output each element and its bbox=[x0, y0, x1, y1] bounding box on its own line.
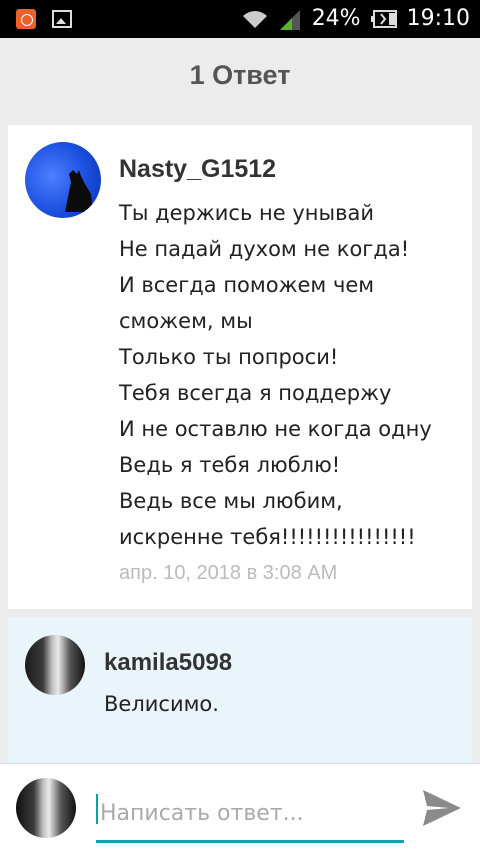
post-line: И всегда поможем чем bbox=[119, 273, 375, 297]
post-line: Не падай духом не когда! bbox=[119, 237, 410, 261]
image-notification-icon bbox=[52, 10, 72, 28]
my-avatar bbox=[16, 778, 76, 838]
reply-input[interactable] bbox=[96, 786, 404, 843]
post-line: И не оставлю не когда одну bbox=[119, 417, 432, 441]
battery-percent: 24% bbox=[311, 6, 361, 31]
reply-composer bbox=[0, 763, 480, 855]
post-line: сможем, мы bbox=[119, 309, 253, 333]
post-card: Nasty_G1512 Ты держись не унывай Не пада… bbox=[8, 125, 472, 609]
post-timestamp: апр. 10, 2018 в 3:08 AM bbox=[119, 562, 338, 584]
reply-text: Велисимо. bbox=[104, 692, 219, 716]
page-title: 1 Ответ bbox=[189, 59, 291, 90]
wifi-icon bbox=[242, 10, 267, 28]
reply-author[interactable]: kamila5098 bbox=[104, 649, 232, 677]
post-line: Ведь я тебя люблю! bbox=[119, 453, 341, 477]
wolf-moon-icon bbox=[65, 170, 93, 212]
reply-avatar[interactable] bbox=[25, 635, 85, 695]
post-line: Только ты попроси! bbox=[119, 345, 339, 369]
status-bar: 24% 19:10 bbox=[0, 0, 480, 38]
signal-icon bbox=[279, 9, 300, 30]
post-line: Ведь все мы любим, bbox=[119, 489, 343, 513]
post-line: Ты держись не унывай bbox=[119, 201, 374, 225]
text-cursor bbox=[96, 794, 98, 824]
post-line: искренне тебя!!!!!!!!!!!!!!!! bbox=[119, 525, 416, 549]
avatar[interactable] bbox=[25, 142, 101, 218]
send-icon[interactable] bbox=[421, 788, 463, 828]
post-author[interactable]: Nasty_G1512 bbox=[119, 155, 276, 184]
battery-icon bbox=[370, 9, 397, 28]
clock: 19:10 bbox=[406, 6, 470, 31]
reply-card: kamila5098 Велисимо. bbox=[8, 617, 472, 763]
post-body: Ты держись не унывай Не падай духом не к… bbox=[119, 195, 459, 555]
post-line: Тебя всегда я поддержу bbox=[119, 381, 392, 405]
app-notification-icon bbox=[16, 9, 36, 29]
